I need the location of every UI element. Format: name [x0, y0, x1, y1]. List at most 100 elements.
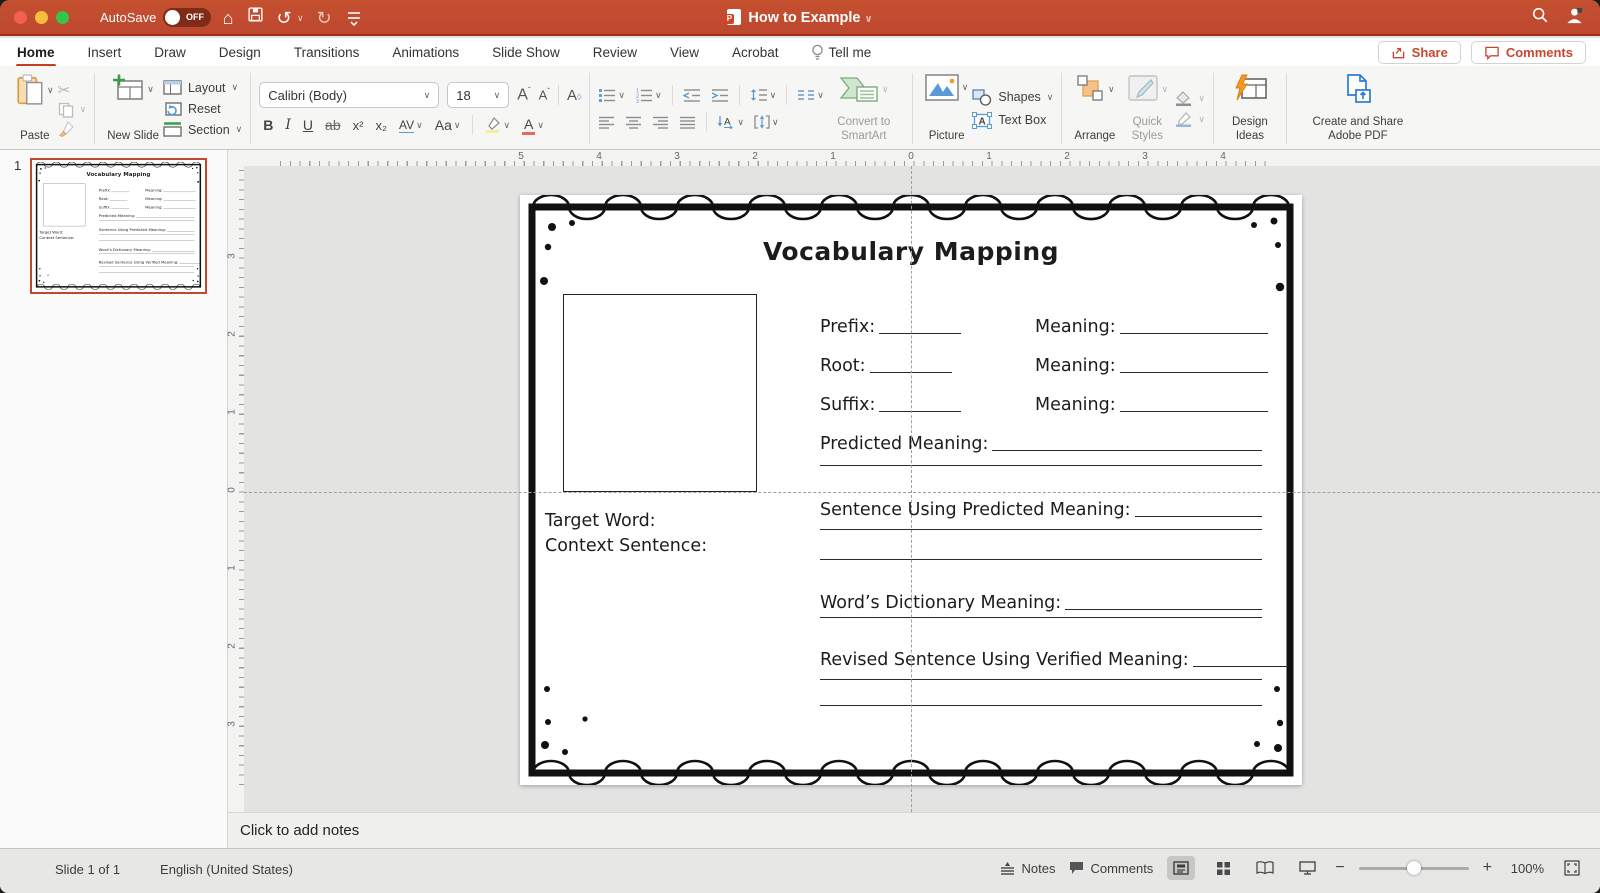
slide-sorter-view-button[interactable] — [1209, 856, 1237, 880]
ribbon-tab-bar: Home Insert Draw Design Transitions Anim… — [0, 38, 1600, 67]
vertical-guide[interactable] — [911, 166, 912, 812]
horizontal-guide[interactable] — [244, 492, 1600, 493]
change-case-button[interactable]: Aa ∨ — [435, 117, 461, 133]
tell-me-button[interactable]: Tell me — [811, 44, 871, 61]
quick-styles-button[interactable]: ∨ Quick Styles — [1119, 71, 1175, 146]
design-ideas-icon — [1235, 74, 1267, 101]
tab-view[interactable]: View — [669, 41, 700, 64]
character-spacing-button[interactable]: AV ∨ — [399, 118, 423, 133]
fit-slide-to-window-button[interactable] — [1558, 856, 1586, 880]
decrease-font-size-button[interactable]: Aˇ — [539, 87, 550, 102]
search-icon[interactable] — [1528, 6, 1552, 29]
justify-icon — [680, 116, 696, 129]
decrease-indent-icon — [682, 88, 700, 102]
layout-button[interactable]: Layout ∨ — [163, 80, 242, 95]
shapes-button[interactable]: Shapes ∨ — [972, 88, 1053, 106]
language-label[interactable]: English (United States) — [160, 862, 293, 877]
revised-sentence-row[interactable]: Revised Sentence Using Verified Meaning: — [820, 650, 1288, 670]
tab-home[interactable]: Home — [16, 41, 56, 67]
zoom-out-button[interactable]: − — [1335, 859, 1344, 877]
create-share-adobe-pdf-button[interactable]: Create and Share Adobe PDF — [1295, 71, 1421, 146]
shape-outline-icon — [1176, 111, 1192, 127]
predicted-meaning-row[interactable]: Predicted Meaning: — [820, 434, 1262, 454]
target-word-block[interactable]: Target Word: Context Sentence: — [545, 509, 707, 559]
title-bar: AutoSave OFF ⌂ ↺ ∨ ↻ P How to Example ∨ — [0, 0, 1600, 36]
reading-view-button[interactable] — [1251, 856, 1279, 880]
shape-outline-button[interactable]: ∨ — [1175, 111, 1205, 127]
bullets-button[interactable]: ∨ — [598, 88, 625, 103]
slideshow-icon — [1299, 861, 1316, 875]
justify-button[interactable] — [679, 116, 696, 129]
slideshow-view-button[interactable] — [1293, 856, 1321, 880]
shape-fill-button[interactable]: ∨ — [1175, 90, 1205, 106]
zoom-in-button[interactable]: + — [1483, 859, 1492, 877]
tab-animations[interactable]: Animations — [391, 41, 460, 64]
dictionary-meaning-row[interactable]: Word’s Dictionary Meaning: — [820, 593, 1262, 613]
columns-button[interactable]: ∨ — [797, 89, 824, 101]
align-left-button[interactable] — [598, 116, 615, 129]
cut-button[interactable]: ✂ — [58, 81, 87, 99]
zoom-slider-knob[interactable] — [1406, 861, 1421, 875]
tab-draw[interactable]: Draw — [153, 41, 187, 64]
text-box-button[interactable]: A Text Box — [972, 111, 1053, 129]
prefix-row[interactable]: Prefix: Meaning: — [820, 317, 1282, 341]
zoom-slider[interactable] — [1358, 861, 1469, 875]
comments-toggle-button[interactable]: Comments — [1069, 861, 1153, 876]
share-button[interactable]: Share — [1377, 41, 1461, 64]
layout-icon — [163, 80, 182, 95]
underline-button[interactable]: U — [303, 117, 313, 133]
slide-editor-canvas[interactable]: 5 4 3 2 1 0 1 2 3 4 3 2 1 0 1 2 3 Vocabu… — [226, 150, 1600, 812]
align-text-vertical-button[interactable]: ∨ — [754, 115, 779, 129]
tab-insert[interactable]: Insert — [87, 41, 123, 64]
target-word-label: Target Word: — [545, 511, 656, 531]
tab-design[interactable]: Design — [218, 41, 262, 64]
italic-button[interactable]: I — [285, 117, 291, 133]
normal-view-button[interactable] — [1167, 856, 1196, 880]
clear-formatting-button[interactable]: A◊ — [567, 87, 581, 104]
tab-review[interactable]: Review — [592, 41, 638, 64]
subscript-button[interactable]: x₂ — [375, 118, 387, 133]
tab-slide-show[interactable]: Slide Show — [491, 41, 561, 64]
font-name-select[interactable]: Calibri (Body) ∨ — [259, 82, 440, 108]
suffix-row[interactable]: Suffix: Meaning: — [820, 395, 1282, 419]
font-color-button[interactable]: A ∨ — [522, 116, 544, 135]
line-spacing-icon — [750, 89, 767, 101]
notes-pane[interactable]: Click to add notes — [228, 812, 1600, 848]
strikethrough-button[interactable]: ab — [325, 117, 341, 133]
zoom-percentage[interactable]: 100% — [1506, 861, 1544, 876]
new-slide-button[interactable]: ∨ New Slide — [103, 71, 163, 146]
tab-acrobat[interactable]: Acrobat — [731, 41, 780, 64]
arrange-button[interactable]: ∨ Arrange — [1070, 71, 1119, 146]
sentence-predicted-row[interactable]: Sentence Using Predicted Meaning: — [820, 500, 1262, 520]
increase-indent-button[interactable] — [711, 88, 729, 102]
increase-font-size-button[interactable]: Aˆ — [517, 86, 530, 104]
bold-button[interactable]: B — [263, 117, 273, 133]
design-ideas-button[interactable]: Design Ideas — [1222, 71, 1278, 146]
smartart-icon — [839, 77, 878, 102]
comments-button[interactable]: Comments — [1470, 41, 1586, 64]
format-painter-button[interactable] — [58, 120, 87, 137]
highlight-color-button[interactable]: ∨ — [485, 117, 510, 133]
section-button[interactable]: Section ∨ — [163, 122, 242, 137]
tab-transitions[interactable]: Transitions — [293, 41, 361, 64]
text-direction-button[interactable]: A ∨ — [717, 115, 744, 129]
align-right-button[interactable] — [652, 116, 669, 129]
picture-button[interactable]: ∨ Picture — [921, 71, 973, 146]
numbering-button[interactable]: 123 ∨ — [635, 88, 662, 102]
paste-button[interactable]: ∨ Paste — [12, 71, 58, 146]
image-placeholder-box[interactable] — [563, 294, 757, 492]
document-title[interactable]: P How to Example ∨ — [0, 9, 1600, 26]
account-icon[interactable] — [1562, 6, 1586, 30]
slide-thumbnail[interactable]: Vocabulary Mapping Target Word: Context … — [30, 158, 207, 294]
align-text-vertical-icon — [754, 115, 770, 129]
decrease-indent-button[interactable] — [682, 88, 701, 102]
line-spacing-button[interactable]: ∨ — [750, 88, 776, 102]
copy-button[interactable]: ∨ — [58, 102, 86, 118]
superscript-button[interactable]: x² — [353, 118, 364, 133]
reset-button[interactable]: Reset — [163, 101, 242, 116]
font-size-select[interactable]: 18 ∨ — [447, 82, 510, 108]
root-row[interactable]: Root: Meaning: — [820, 356, 1282, 380]
notes-toggle-button[interactable]: Notes — [1000, 861, 1055, 876]
convert-to-smartart-button[interactable]: ∨ Convert to SmartArt — [824, 71, 904, 146]
align-center-button[interactable] — [625, 116, 642, 129]
